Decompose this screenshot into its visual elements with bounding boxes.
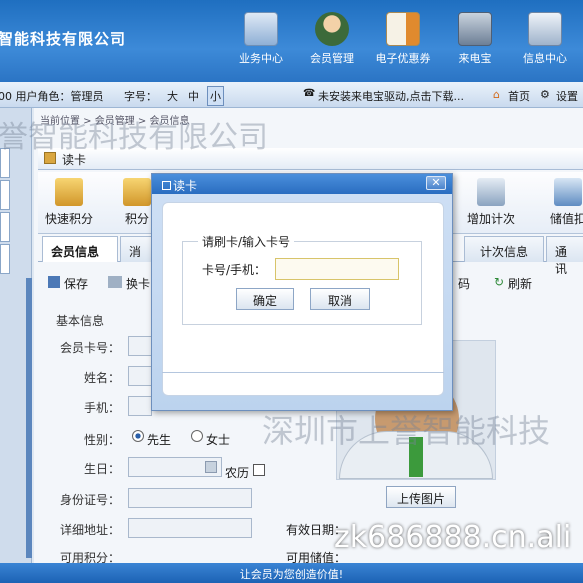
coupon-icon (386, 12, 420, 46)
home-icon: ⌂ (493, 88, 500, 101)
ok-button[interactable]: 确定 (236, 288, 294, 310)
nav-label: 电子优惠券 (375, 52, 431, 65)
home-link[interactable]: 首页 (508, 88, 530, 104)
nav-coupon[interactable]: 电子优惠券 (368, 8, 438, 74)
save-icon (48, 276, 60, 288)
dialog-title: 读卡 (173, 179, 198, 193)
font-size-medium[interactable]: 中 (188, 88, 199, 104)
nav-label: 业务中心 (239, 52, 283, 65)
tab-member-info[interactable]: 会员信息 (42, 236, 118, 262)
settings-icon: ⚙ (540, 88, 550, 101)
user-role: 00 用户角色：管理员 (0, 90, 104, 103)
left-tab[interactable] (0, 244, 10, 274)
watermark-top: 誉智能科技有限公司 (0, 120, 268, 155)
points-button[interactable]: 积分 (122, 178, 152, 227)
left-tab[interactable] (0, 180, 10, 210)
nav-member-management[interactable]: 会员管理 (297, 8, 367, 74)
nav-label: 信息中心 (523, 52, 567, 65)
card-number-field[interactable] (275, 258, 399, 280)
refresh-icon: ↻ (494, 275, 505, 289)
card-fieldset-legend: 请刷卡/输入卡号 (198, 233, 295, 250)
tab-communication[interactable]: 通讯 (546, 236, 583, 276)
nav-info-center[interactable]: 信息中心 (510, 8, 580, 74)
field-label: 详细地址： (60, 523, 121, 537)
gender-female-radio[interactable] (191, 430, 203, 442)
driver-notice-link[interactable]: 未安装来电宝驱动,点击下载... (318, 88, 464, 104)
section-title: 基本信息 (56, 314, 105, 328)
business-center-icon (244, 12, 278, 46)
nav-label: 来电宝 (458, 52, 492, 65)
left-tab[interactable] (0, 212, 10, 242)
nav-label: 会员管理 (310, 52, 354, 65)
stored-value-icon (554, 178, 582, 206)
lunar-label: 农历 (225, 466, 250, 480)
lunar-checkbox[interactable] (253, 464, 265, 476)
field-label: 身份证号： (60, 493, 121, 507)
watermark-url: zk686888.cn.ali (334, 520, 572, 555)
points-icon (123, 178, 151, 206)
tab-count-info[interactable]: 计次信息 (464, 236, 544, 262)
footer-bar: 让会员为您创造价值! (0, 563, 583, 583)
refresh-button[interactable]: 刷新 (508, 275, 532, 292)
tool-label: 快速积分 (44, 212, 93, 226)
nav-business-center[interactable]: 业务中心 (226, 8, 296, 74)
field-label: 生日： (83, 462, 120, 476)
tool-label: 增加计次 (466, 212, 515, 226)
member-management-icon (315, 12, 349, 46)
gender-female-label: 女士 (206, 433, 231, 447)
field-label: 会员卡号： (60, 341, 121, 355)
field-label: 手机： (83, 401, 120, 415)
gender-male-label: 先生 (147, 433, 172, 447)
dialog-window-icon (162, 181, 171, 190)
id-number-input[interactable] (128, 488, 252, 508)
quick-points-icon (55, 178, 83, 206)
gender-male-radio[interactable] (132, 430, 144, 442)
birthday-input[interactable] (128, 457, 222, 477)
card-fieldset (182, 241, 422, 325)
font-size-label: 字号： (124, 90, 157, 103)
cancel-button[interactable]: 取消 (310, 288, 370, 310)
phone-icon (458, 12, 492, 46)
save-button[interactable]: 保存 (64, 275, 88, 292)
info-bar: 00 用户角色：管理员 字号： 大 中 小 ☎ 未安装来电宝驱动,点击下载...… (0, 82, 583, 108)
info-center-icon (528, 12, 562, 46)
left-scrollbar[interactable] (26, 278, 32, 558)
field-label: 性别： (83, 433, 120, 447)
address-input[interactable] (128, 518, 252, 538)
font-size-small[interactable]: 小 (207, 86, 224, 106)
phone-small-icon: ☎ (303, 88, 316, 99)
dialog-divider (162, 372, 444, 380)
card-number-label: 卡号/手机： (202, 263, 267, 277)
dialog-title-bar: 读卡 (152, 174, 452, 194)
tool-label: 积分 (124, 212, 149, 226)
font-size-large[interactable]: 大 (167, 88, 178, 104)
upload-photo-button[interactable]: 上传图片 (386, 486, 456, 508)
swap-card-button[interactable]: 换卡 (126, 275, 150, 292)
add-count-icon (477, 178, 505, 206)
read-card-dialog: 读卡 ✕ 请刷卡/输入卡号 卡号/手机： 确定 取消 (151, 173, 453, 411)
password-button[interactable]: 码 (458, 275, 470, 292)
company-name: 智能科技有限公司 (0, 30, 127, 48)
stored-value-button[interactable]: 储值扣 (548, 178, 583, 227)
quick-points-button[interactable]: 快速积分 (42, 178, 96, 227)
mobile-input[interactable] (128, 396, 152, 416)
dialog-close-button[interactable]: ✕ (426, 176, 446, 190)
settings-link[interactable]: 设置 (556, 88, 578, 104)
add-count-button[interactable]: 增加计次 (464, 178, 518, 227)
name-input[interactable] (128, 366, 152, 386)
swap-card-icon (108, 276, 122, 288)
calendar-icon[interactable] (205, 461, 217, 473)
watermark-mid: 深圳市上誉智能科技 (262, 412, 551, 450)
field-label: 姓名： (83, 371, 120, 385)
card-number-input[interactable] (128, 336, 152, 356)
nav-phone[interactable]: 来电宝 (440, 8, 510, 74)
tool-label: 储值扣 (549, 212, 583, 226)
